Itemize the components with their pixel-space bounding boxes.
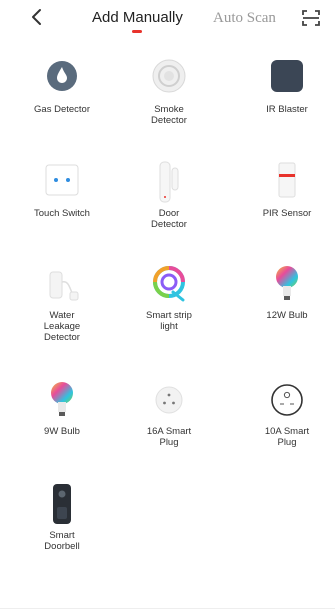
tab-add-manually[interactable]: Add Manually	[92, 9, 183, 27]
smart-strip-light-icon	[147, 262, 191, 306]
device-label: Smart Doorbell	[44, 530, 80, 552]
device-label: PIR Sensor	[262, 208, 312, 219]
gas-detector-icon	[40, 56, 84, 100]
top-bar: Add Manually Auto Scan	[0, 0, 335, 40]
device-label: 10A Smart Plug	[264, 426, 310, 448]
scan-frame-icon[interactable]	[301, 8, 321, 28]
water-leakage-icon	[40, 262, 84, 306]
tab-auto-scan[interactable]: Auto Scan	[213, 9, 276, 27]
device-label: 16A Smart Plug	[146, 426, 192, 448]
device-pir-sensor[interactable]: PIR Sensor	[245, 160, 329, 219]
device-10a-smart-plug[interactable]: 10A Smart Plug	[245, 378, 329, 448]
door-detector-icon	[147, 160, 191, 204]
device-label: Smoke Detector	[151, 104, 187, 126]
bulb-icon	[265, 262, 309, 306]
device-label: Water Leakage Detector	[43, 310, 81, 343]
device-12w-bulb[interactable]: 12W Bulb	[245, 262, 329, 321]
smart-plug-round-icon	[265, 378, 309, 422]
smart-plug-icon	[147, 378, 191, 422]
device-touch-switch[interactable]: Touch Switch	[20, 160, 104, 219]
pir-sensor-icon	[265, 160, 309, 204]
bulb-icon	[40, 378, 84, 422]
active-tab-indicator	[132, 30, 142, 33]
ir-blaster-icon	[265, 56, 309, 100]
device-smoke-detector[interactable]: Smoke Detector	[127, 56, 211, 126]
device-label: Touch Switch	[34, 208, 90, 219]
touch-switch-icon	[40, 160, 84, 204]
device-label: IR Blaster	[266, 104, 308, 115]
bottom-divider	[0, 608, 335, 609]
smoke-detector-icon	[147, 56, 191, 100]
device-label: 9W Bulb	[44, 426, 80, 437]
device-16a-smart-plug[interactable]: 16A Smart Plug	[127, 378, 211, 448]
device-label: Door Detector	[151, 208, 187, 230]
doorbell-icon	[40, 482, 84, 526]
device-gas-detector[interactable]: Gas Detector	[20, 56, 104, 115]
device-ir-blaster[interactable]: IR Blaster	[245, 56, 329, 115]
chevron-left-icon[interactable]	[28, 7, 48, 27]
device-label: Smart strip light	[146, 310, 192, 332]
device-smart-strip-light[interactable]: Smart strip light	[127, 262, 211, 332]
device-door-detector[interactable]: Door Detector	[127, 160, 211, 230]
device-label: Gas Detector	[34, 104, 90, 115]
device-label: 12W Bulb	[266, 310, 308, 321]
device-water-leakage-detector[interactable]: Water Leakage Detector	[20, 262, 104, 343]
device-smart-doorbell[interactable]: Smart Doorbell	[20, 482, 104, 552]
device-9w-bulb[interactable]: 9W Bulb	[20, 378, 104, 437]
